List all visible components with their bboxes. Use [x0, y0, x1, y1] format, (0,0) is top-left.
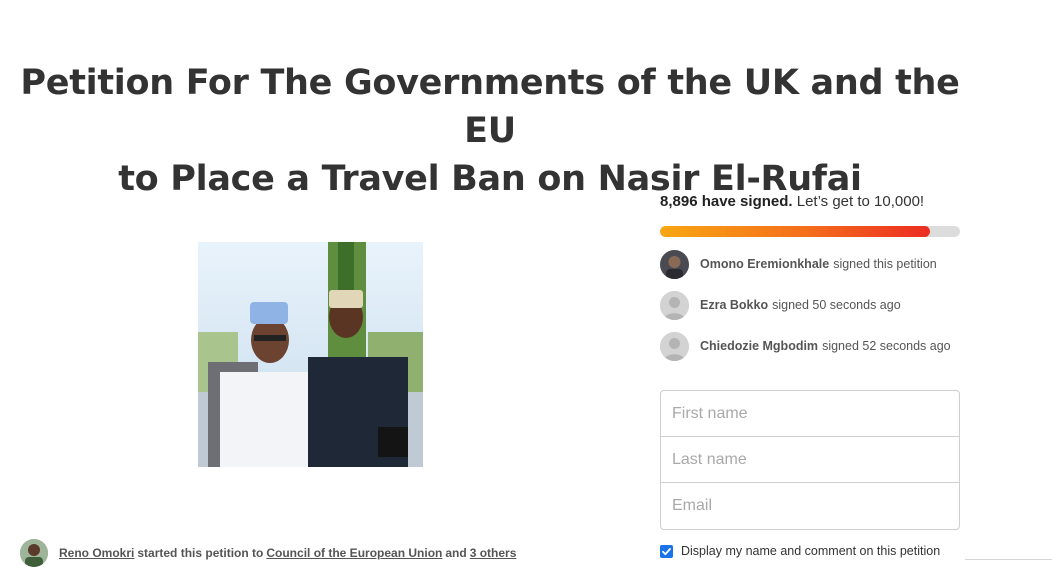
signer-avatar — [660, 249, 689, 279]
signer-action: signed 50 seconds ago — [772, 298, 901, 312]
petition-starter: Reno Omokri started this petition to Cou… — [20, 538, 516, 567]
display-name-consent: Display my name and comment on this peti… — [660, 544, 940, 558]
signature-form — [660, 390, 960, 530]
petition-title: Petition For The Governments of the UK a… — [0, 59, 980, 203]
petition-page: Petition For The Governments of the UK a… — [0, 0, 1052, 567]
recent-signers-list: Omono Eremionkhale signed this petition … — [660, 249, 960, 361]
petition-photo-illustration — [198, 242, 423, 467]
signer-name: Omono Eremionkhale — [700, 257, 830, 271]
starter-name-link[interactable]: Reno Omokri — [59, 546, 134, 560]
goal-text: Let’s get to 10,000! — [796, 193, 925, 210]
recent-signer-item: Chiedozie Mgbodim signed 52 seconds ago — [660, 331, 960, 361]
default-user-icon — [660, 331, 689, 361]
other-recipients-link[interactable]: 3 others — [470, 546, 517, 560]
petition-title-line-1: Petition For The Governments of the UK a… — [20, 63, 960, 152]
photo-avatar — [660, 249, 689, 279]
signer-action: signed this petition — [833, 257, 937, 271]
first-name-field[interactable] — [661, 391, 959, 437]
signer-action: signed 52 seconds ago — [822, 339, 951, 353]
progress-fill — [660, 226, 930, 237]
recent-signer-item: Ezra Bokko signed 50 seconds ago — [660, 290, 960, 320]
starter-avatar-photo — [20, 539, 48, 567]
recipient-link[interactable]: Council of the European Union — [266, 546, 442, 560]
display-name-label: Display my name and comment on this peti… — [681, 544, 941, 558]
starter-middle-text: started this petition to — [137, 546, 264, 560]
starter-and-text: and — [445, 546, 467, 560]
checkmark-icon — [662, 547, 671, 555]
signed-count-text: 8,896 have signed. — [660, 193, 793, 210]
signature-count: 8,896 have signed. Let’s get to 10,000! — [660, 190, 960, 214]
petition-photo — [198, 242, 423, 467]
default-user-icon — [660, 290, 689, 320]
signer-name: Chiedozie Mgbodim — [700, 339, 819, 353]
signature-sidebar: 8,896 have signed. Let’s get to 10,000! … — [660, 190, 960, 372]
last-name-field[interactable] — [661, 437, 959, 483]
signer-name: Ezra Bokko — [700, 298, 769, 312]
divider — [965, 559, 1052, 560]
signer-avatar — [660, 331, 689, 361]
starter-avatar[interactable] — [20, 539, 48, 567]
signature-progress-bar — [660, 226, 960, 237]
email-field[interactable] — [661, 483, 959, 529]
recent-signer-item: Omono Eremionkhale signed this petition — [660, 249, 960, 279]
display-name-checkbox[interactable] — [660, 544, 673, 558]
signer-avatar — [660, 290, 689, 320]
